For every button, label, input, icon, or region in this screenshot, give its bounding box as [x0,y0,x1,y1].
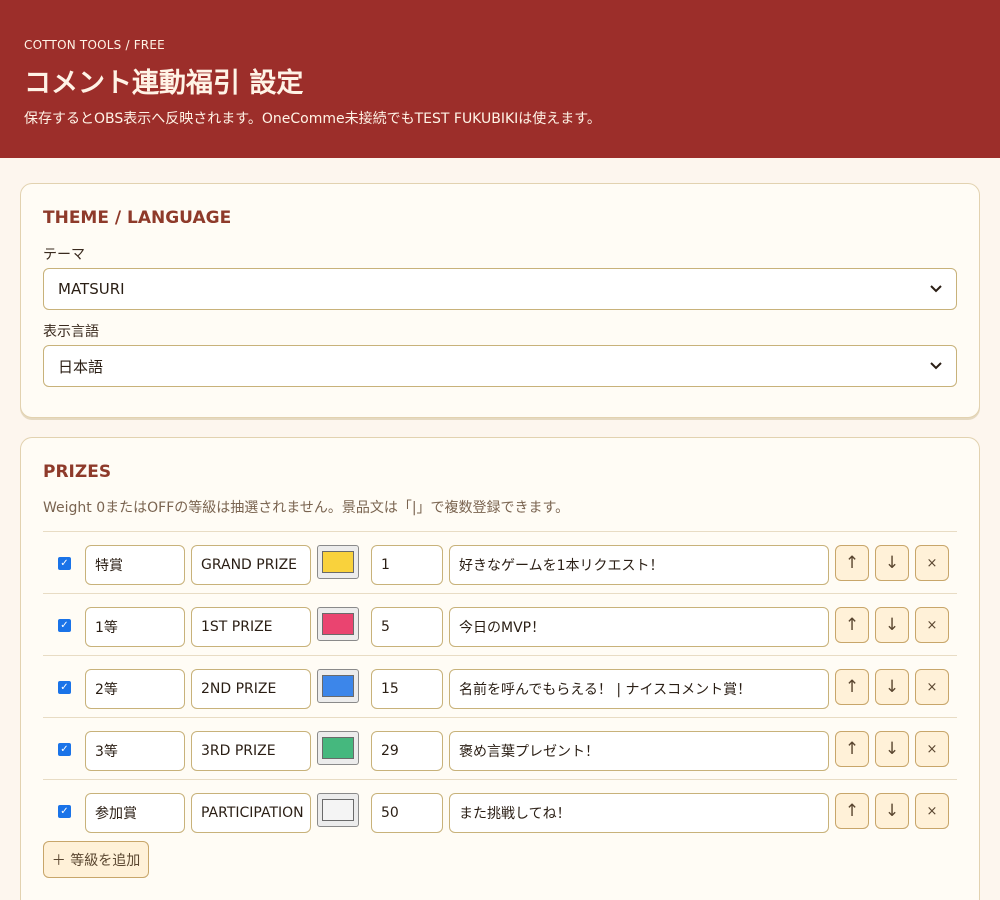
move-up-button[interactable]: ↑ [835,731,869,767]
prize-weight-input[interactable]: 50 [371,793,443,833]
prize-color-swatch [322,737,354,759]
delete-row-button[interactable]: × [915,607,949,643]
move-up-button[interactable]: ↑ [835,793,869,829]
page-title: コメント連動福引 設定 [24,68,304,99]
prize-rank-input[interactable]: 特賞 [85,545,185,585]
prize-color-picker[interactable] [317,607,359,641]
delete-row-button[interactable]: × [915,669,949,705]
prize-weight-input[interactable]: 15 [371,669,443,709]
prize-row: ✓ 2等 2ND PRIZE 15 名前を呼んでもらえる！ | ナイスコメント賞… [43,655,957,717]
prize-color-swatch [322,799,354,821]
brand-label: COTTON TOOLS / FREE [24,38,165,52]
prize-color-picker[interactable] [317,669,359,703]
prize-rank-input[interactable]: 2等 [85,669,185,709]
prize-text-input[interactable]: 褒め言葉プレゼント！ [449,731,829,771]
page-subtitle: 保存するとOBS表示へ反映されます。OneComme未接続でもTEST FUKU… [24,111,601,127]
prizes-card: PRIZES Weight 0またはOFFの等級は抽選されません。景品文は「|」… [20,437,980,900]
move-up-button[interactable]: ↑ [835,669,869,705]
prize-rank-input[interactable]: 3等 [85,731,185,771]
prize-text-input[interactable]: 今日のMVP！ [449,607,829,647]
prize-weight-input[interactable]: 5 [371,607,443,647]
prize-rank-input[interactable]: 参加賞 [85,793,185,833]
prize-text-input[interactable]: また挑戦してね！ [449,793,829,833]
theme-label: テーマ [43,247,85,263]
prize-row: ✓ 特賞 GRAND PRIZE 1 好きなゲームを1本リクエスト！ ↑ ↓ × [43,531,957,593]
move-up-button[interactable]: ↑ [835,607,869,643]
prize-enabled-checkbox[interactable]: ✓ [58,619,71,632]
prize-weight-input[interactable]: 29 [371,731,443,771]
prizes-note: Weight 0またはOFFの等級は抽選されません。景品文は「|」で複数登録でき… [43,500,570,516]
prize-color-swatch [322,613,354,635]
prize-label-input[interactable]: 2ND PRIZE [191,669,311,709]
theme-select[interactable]: MATSURI [43,268,957,310]
move-down-button[interactable]: ↓ [875,731,909,767]
language-label: 表示言語 [43,324,99,340]
move-up-button[interactable]: ↑ [835,545,869,581]
app-header: COTTON TOOLS / FREE コメント連動福引 設定 保存するとOBS… [0,0,1000,158]
delete-row-button[interactable]: × [915,793,949,829]
prize-color-swatch [322,675,354,697]
language-select[interactable]: 日本語 [43,345,957,387]
prize-weight-input[interactable]: 1 [371,545,443,585]
prize-label-input[interactable]: 3RD PRIZE [191,731,311,771]
prize-color-picker[interactable] [317,731,359,765]
prize-enabled-checkbox[interactable]: ✓ [58,681,71,694]
prize-row: ✓ 3等 3RD PRIZE 29 褒め言葉プレゼント！ ↑ ↓ × [43,717,957,779]
move-down-button[interactable]: ↓ [875,607,909,643]
prize-rank-input[interactable]: 1等 [85,607,185,647]
prize-enabled-checkbox[interactable]: ✓ [58,557,71,570]
theme-language-card: THEME / LANGUAGE テーマ MATSURI 表示言語 日本語 [20,183,980,418]
move-down-button[interactable]: ↓ [875,545,909,581]
prizes-title: PRIZES [43,462,112,482]
move-down-button[interactable]: ↓ [875,793,909,829]
prize-label-input[interactable]: GRAND PRIZE [191,545,311,585]
move-down-button[interactable]: ↓ [875,669,909,705]
theme-language-title: THEME / LANGUAGE [43,208,232,228]
add-rank-button[interactable]: ＋ 等級を追加 [43,841,149,878]
prize-text-input[interactable]: 名前を呼んでもらえる！ | ナイスコメント賞！ [449,669,829,709]
prize-label-input[interactable]: PARTICIPATION [191,793,311,833]
prize-color-picker[interactable] [317,545,359,579]
prize-enabled-checkbox[interactable]: ✓ [58,805,71,818]
delete-row-button[interactable]: × [915,545,949,581]
theme-select-value: MATSURI [58,280,125,298]
language-select-value: 日本語 [58,357,104,376]
prize-row: ✓ 1等 1ST PRIZE 5 今日のMVP！ ↑ ↓ × [43,593,957,655]
prize-label-input[interactable]: 1ST PRIZE [191,607,311,647]
chevron-down-icon [930,282,942,297]
delete-row-button[interactable]: × [915,731,949,767]
prize-enabled-checkbox[interactable]: ✓ [58,743,71,756]
prize-text-input[interactable]: 好きなゲームを1本リクエスト！ [449,545,829,585]
prize-color-picker[interactable] [317,793,359,827]
prize-row: ✓ 参加賞 PARTICIPATION 50 また挑戦してね！ ↑ ↓ × [43,779,957,841]
chevron-down-icon [930,359,942,374]
prize-color-swatch [322,551,354,573]
